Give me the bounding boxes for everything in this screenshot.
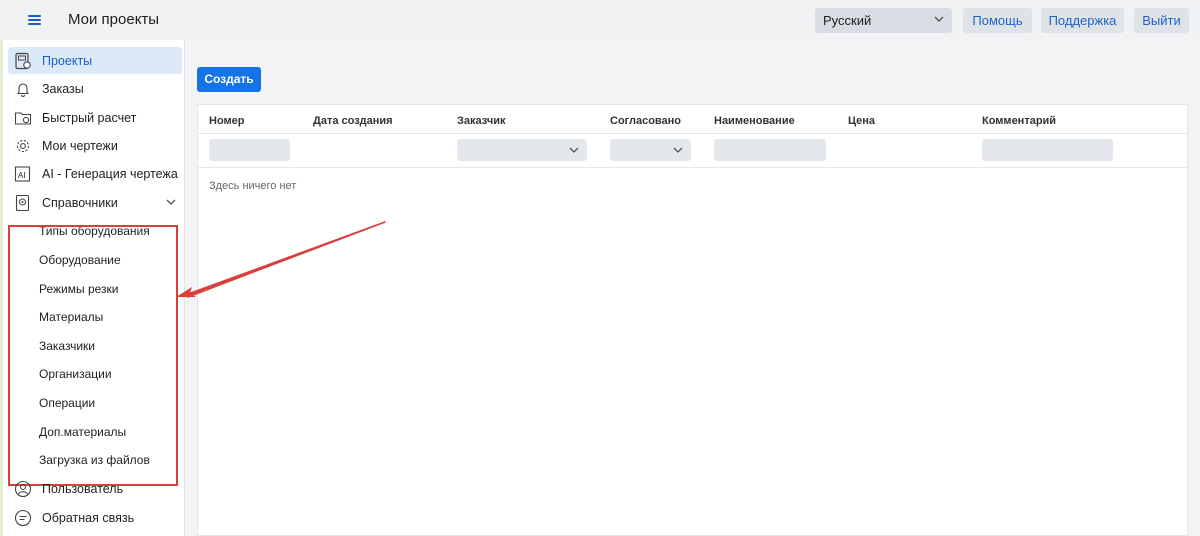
book-icon: [14, 194, 32, 212]
sidebar-item-label: Обратная связь: [42, 510, 135, 525]
feedback-icon: [14, 509, 32, 527]
column-header[interactable]: Дата создания: [313, 115, 393, 127]
sidebar-item-label: Заказы: [42, 81, 84, 96]
sidebar-item-upload-files[interactable]: Загрузка из файлов: [39, 448, 150, 472]
bell-icon: [14, 80, 32, 98]
help-button[interactable]: Помощь: [963, 8, 1032, 33]
filter-divider: [198, 167, 1187, 168]
chevron-down-icon: [166, 199, 176, 205]
chevron-down-icon: [673, 147, 683, 153]
folder-calc-icon: [14, 109, 32, 127]
column-header[interactable]: Цена: [848, 115, 875, 127]
column-header[interactable]: Наименование: [714, 115, 795, 127]
sidebar-item-orders[interactable]: Заказы: [8, 75, 182, 102]
column-header[interactable]: Комментарий: [982, 115, 1056, 127]
customer-filter-select[interactable]: [457, 139, 587, 161]
logout-button[interactable]: Выйти: [1134, 8, 1189, 33]
support-button[interactable]: Поддержка: [1041, 8, 1124, 33]
sidebar-item-label: Пользователь: [42, 481, 124, 496]
menu-icon[interactable]: [24, 10, 46, 30]
sidebar-item-feedback[interactable]: Обратная связь: [8, 504, 182, 531]
sidebar-item-projects[interactable]: Проекты: [8, 47, 182, 74]
sidebar: Проекты Заказы Быстрый расчет Мои чертеж…: [3, 40, 185, 536]
user-icon: [14, 480, 32, 498]
name-filter-input[interactable]: [714, 139, 826, 161]
page-title: Мои проекты: [68, 11, 160, 28]
svg-text:AI: AI: [18, 171, 26, 180]
create-button[interactable]: Создать: [197, 67, 261, 92]
empty-state-text: Здесь ничего нет: [209, 180, 297, 192]
projects-icon: [14, 52, 32, 70]
sidebar-item-drawings[interactable]: Мои чертежи: [8, 132, 182, 159]
approved-filter-select[interactable]: [610, 139, 691, 161]
column-header[interactable]: Согласовано: [610, 115, 681, 127]
sidebar-item-user[interactable]: Пользователь: [8, 475, 182, 502]
projects-table: Номер Дата создания Заказчик Согласовано…: [197, 104, 1188, 536]
language-select[interactable]: Русский: [815, 8, 952, 33]
top-bar: Мои проекты Русский Помощь Поддержка Вый…: [0, 0, 1200, 40]
ai-icon: AI: [14, 165, 32, 183]
number-filter-input[interactable]: [209, 139, 290, 161]
chevron-down-icon: [569, 147, 579, 153]
language-value: Русский: [823, 13, 872, 28]
sidebar-item-label: Проекты: [42, 53, 93, 68]
sidebar-item-ai-generation[interactable]: AI AI - Генерация чертежа: [8, 160, 182, 187]
sidebar-item-label: AI - Генерация чертежа: [42, 166, 178, 181]
sidebar-item-label: Мои чертежи: [42, 138, 118, 153]
sidebar-item-label: Быстрый расчет: [42, 110, 137, 125]
main-content: Создать Номер Дата создания Заказчик Сог…: [197, 60, 1188, 536]
comment-filter-input[interactable]: [982, 139, 1113, 161]
column-header[interactable]: Номер: [209, 115, 245, 127]
column-header[interactable]: Заказчик: [457, 115, 505, 127]
chevron-down-icon: [934, 16, 944, 22]
sidebar-item-quick-calc[interactable]: Быстрый расчет: [8, 104, 182, 131]
header-divider: [198, 133, 1187, 134]
gear-icon: [14, 137, 32, 155]
annotation-highlight-box: [8, 225, 178, 486]
sidebar-item-label: Справочники: [42, 195, 118, 210]
sidebar-item-references[interactable]: Справочники: [8, 189, 182, 216]
